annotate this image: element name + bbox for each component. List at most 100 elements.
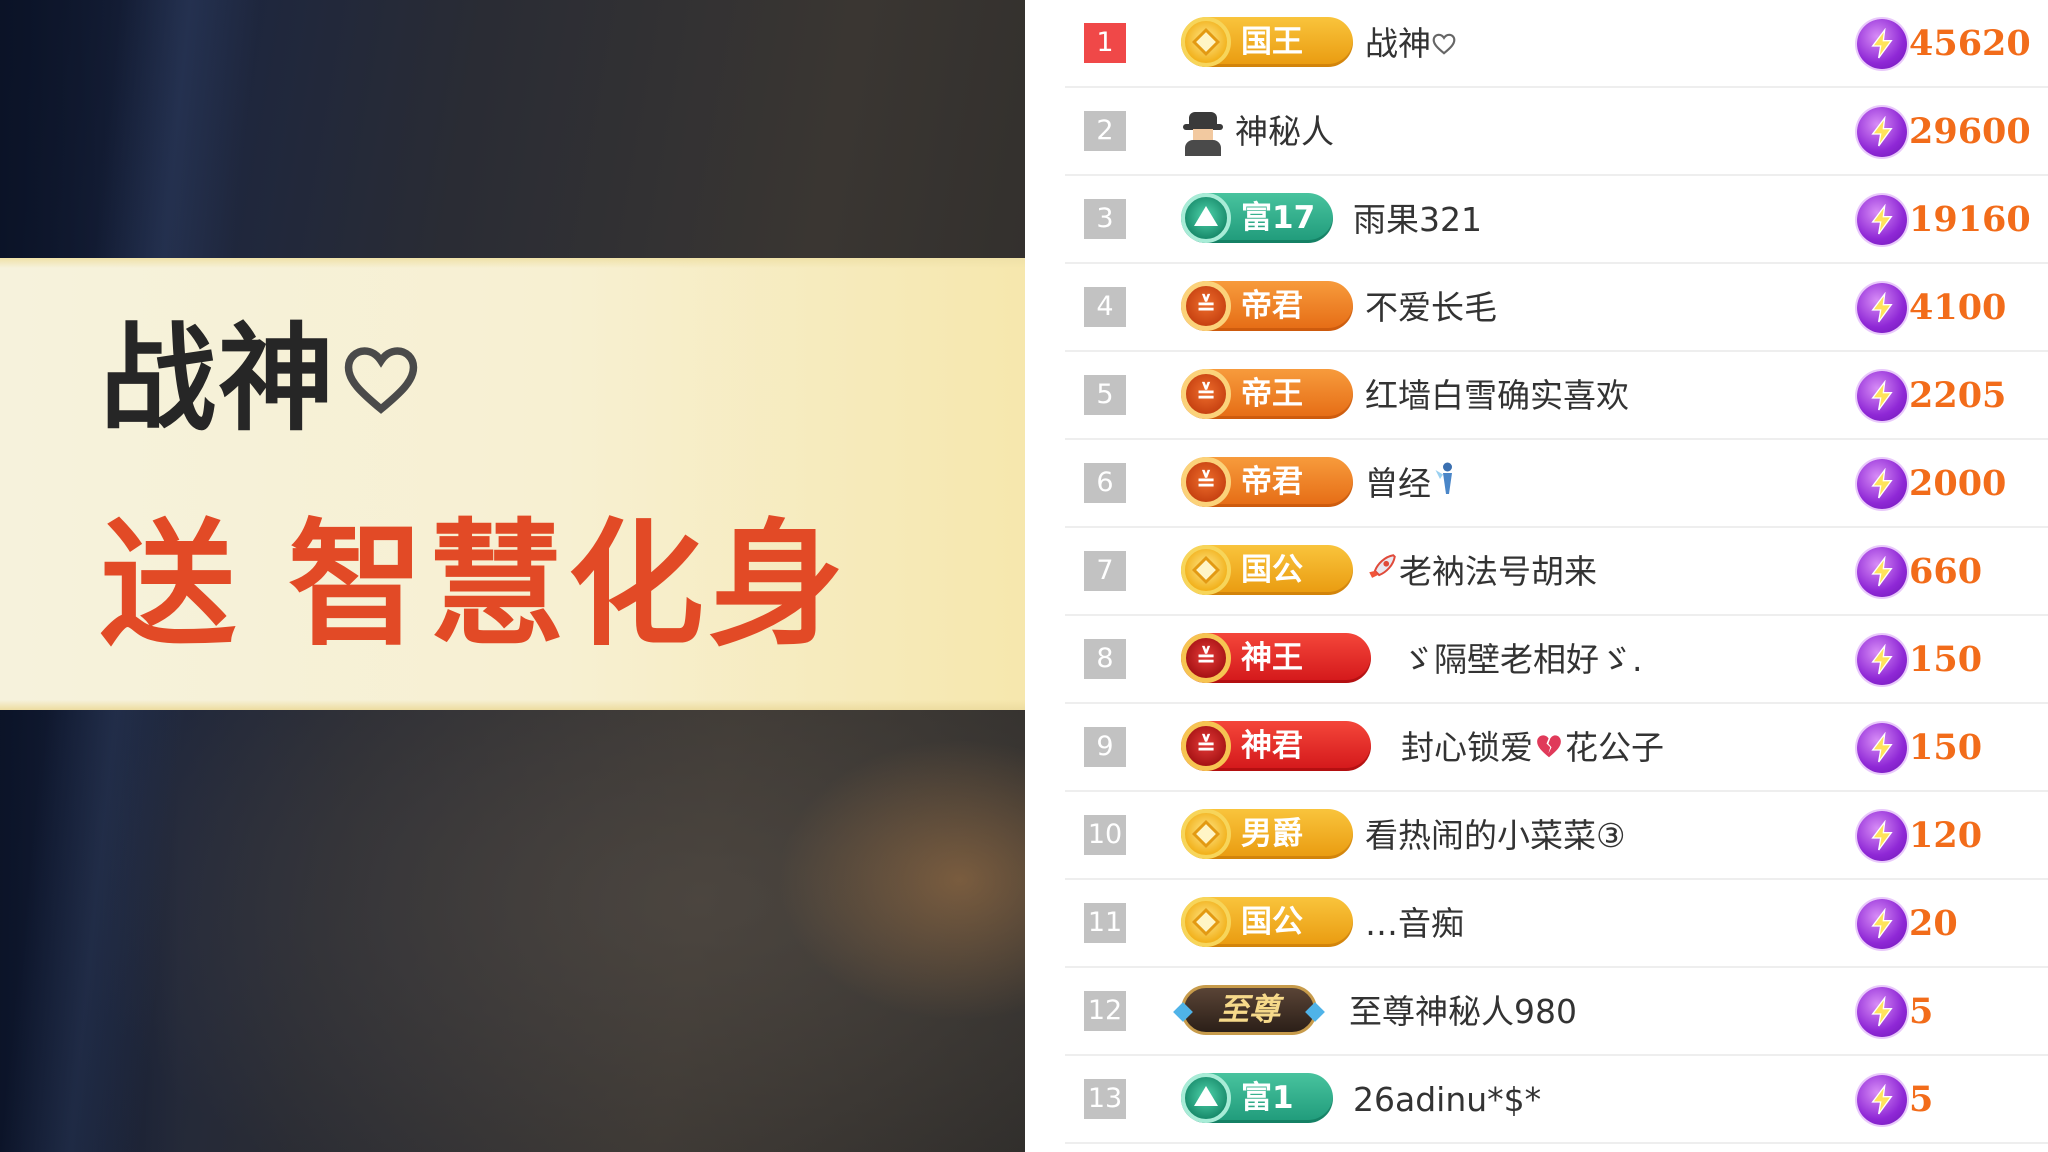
- leaderboard-row[interactable]: 7 国公 老衲法号胡来 660: [1065, 528, 2048, 616]
- score-value: 19160: [1909, 199, 2031, 240]
- username[interactable]: 红墙白雪确实喜欢: [1365, 368, 1629, 424]
- level-badge: 至尊: [1173, 985, 1325, 1035]
- chevron-medal-icon: ≚: [1181, 281, 1231, 331]
- lightning-bolt-icon: [1857, 107, 1907, 157]
- leaderboard-row[interactable]: 8 ≚ 神王 ゞ隔壁老相好ゞ. 150: [1065, 616, 2048, 704]
- level-badge: 富1: [1181, 1073, 1333, 1123]
- username[interactable]: 看热闹的小菜菜③: [1365, 808, 1626, 864]
- gift-action: 送: [100, 507, 240, 665]
- chevron-medal-icon: ≚: [1181, 633, 1231, 683]
- username-text: 红墙白雪确实喜欢: [1365, 376, 1629, 415]
- level-badge: 富17: [1181, 193, 1333, 243]
- score-value: 2205: [1909, 375, 2007, 416]
- contribution-score: 660: [1857, 546, 1982, 598]
- username-text: ゞ隔壁老相好ゞ.: [1401, 640, 1643, 679]
- lightning-bolt-icon: [1857, 899, 1907, 949]
- username-text: 不爱长毛: [1365, 288, 1497, 327]
- leaderboard-row[interactable]: 1 国王 战神 45620: [1065, 0, 2048, 88]
- leaderboard-row[interactable]: 5 ≚ 帝王 红墙白雪确实喜欢 2205: [1065, 352, 2048, 440]
- rank-number: 3: [1084, 199, 1126, 239]
- level-badge: ≚ 帝君: [1181, 457, 1353, 507]
- lightning-bolt-icon: [1857, 19, 1907, 69]
- leaderboard-row[interactable]: 4 ≚ 帝君 不爱长毛 4100: [1065, 264, 2048, 352]
- level-badge: 男爵: [1181, 809, 1353, 859]
- rank-number: 12: [1084, 991, 1126, 1031]
- leaderboard-row[interactable]: 9 ≚ 神君 封心锁爱 花公子 150: [1065, 704, 2048, 792]
- leaderboard-row[interactable]: 13 富1 26adinu*$* 5: [1065, 1056, 2048, 1144]
- username[interactable]: 26adinu*$*: [1353, 1072, 1541, 1128]
- level-badge: ≚ 神君: [1181, 721, 1371, 771]
- diamond-icon: [1173, 1002, 1193, 1022]
- lightning-bolt-icon: [1857, 283, 1907, 333]
- angel-figure-icon: [1431, 458, 1461, 514]
- score-value: 150: [1909, 639, 1983, 680]
- leaderboard-row[interactable]: 11 国公 …音痴 20: [1065, 880, 2048, 968]
- triangle-medal-icon: [1181, 193, 1231, 243]
- diamond-icon: [1305, 1002, 1325, 1022]
- username-text: 神秘人: [1235, 112, 1334, 151]
- rank-number: 8: [1084, 639, 1126, 679]
- rank-number: 5: [1084, 375, 1126, 415]
- leaderboard-row[interactable]: 10 男爵 看热闹的小菜菜③ 120: [1065, 792, 2048, 880]
- lightning-bolt-icon: [1857, 195, 1907, 245]
- gift-sender-name: 战神: [100, 312, 336, 447]
- rank-number: 1: [1084, 23, 1126, 63]
- badge-label: 帝王: [1241, 376, 1303, 412]
- leaderboard-row[interactable]: 3 富17 雨果321 19160: [1065, 176, 2048, 264]
- username[interactable]: 雨果321: [1353, 192, 1482, 248]
- username[interactable]: 神秘人: [1235, 104, 1334, 160]
- heart-outline-icon: [344, 347, 418, 414]
- lightning-bolt-icon: [1857, 371, 1907, 421]
- gift-name: 智慧化身: [288, 507, 848, 665]
- badge-label: 至尊: [1218, 992, 1280, 1028]
- contribution-leaderboard[interactable]: 1 国王 战神 45620 2 神秘人 29600 3 富17 雨果321 19160 4 ≚ 帝君 不爱长…: [1025, 0, 2048, 1152]
- gift-description: 送智慧化身: [100, 506, 848, 666]
- leaderboard-row[interactable]: 2 神秘人 29600: [1065, 88, 2048, 176]
- gift-sender: 战神: [100, 310, 422, 450]
- contribution-score: 2000: [1857, 458, 2006, 510]
- lightning-bolt-icon: [1857, 1075, 1907, 1125]
- score-value: 29600: [1909, 111, 2031, 152]
- contribution-score: 4100: [1857, 282, 2006, 334]
- username[interactable]: 至尊神秘人980: [1349, 984, 1577, 1040]
- leaderboard-row[interactable]: 6 ≚ 帝君 曾经 2000: [1065, 440, 2048, 528]
- username-text: …音痴: [1365, 904, 1464, 943]
- lightning-bolt-icon: [1857, 811, 1907, 861]
- rank-number: 2: [1084, 111, 1126, 151]
- username[interactable]: 曾经: [1365, 456, 1461, 514]
- rank-number: 6: [1084, 463, 1126, 503]
- gift-notification-banner: 战神 送智慧化身: [0, 258, 1025, 710]
- username[interactable]: 封心锁爱 花公子: [1401, 720, 1664, 778]
- username-text: 至尊神秘人980: [1349, 992, 1577, 1031]
- triangle-medal-icon: [1181, 1073, 1231, 1123]
- contribution-score: 150: [1857, 634, 1982, 686]
- username-suffix: 花公子: [1565, 728, 1664, 767]
- username-text: 老衲法号胡来: [1399, 552, 1597, 591]
- username[interactable]: 战神: [1365, 16, 1457, 74]
- live-stream-video: 战神 送智慧化身: [0, 0, 1025, 1152]
- chevron-medal-icon: ≚: [1181, 369, 1231, 419]
- username[interactable]: 不爱长毛: [1365, 280, 1497, 336]
- score-value: 660: [1909, 551, 1983, 592]
- leaderboard-row[interactable]: 12 至尊 至尊神秘人980 5: [1065, 968, 2048, 1056]
- contribution-score: 150: [1857, 722, 1982, 774]
- username-text: 战神: [1365, 24, 1431, 63]
- username-text: 封心锁爱: [1401, 728, 1533, 767]
- badge-label: 富17: [1241, 200, 1316, 236]
- badge-label: 男爵: [1241, 816, 1303, 852]
- broken-heart-icon: [1533, 722, 1565, 778]
- contribution-score: 5: [1857, 1074, 1933, 1126]
- lightning-bolt-icon: [1857, 723, 1907, 773]
- badge-label: 帝君: [1241, 464, 1303, 500]
- score-value: 120: [1909, 815, 1983, 856]
- gem-medal-icon: [1181, 17, 1231, 67]
- username[interactable]: 老衲法号胡来: [1365, 544, 1597, 602]
- badge-label: 神王: [1241, 640, 1303, 676]
- score-value: 4100: [1909, 287, 2007, 328]
- rank-number: 7: [1084, 551, 1126, 591]
- username[interactable]: ゞ隔壁老相好ゞ.: [1401, 632, 1643, 688]
- badge-label: 神君: [1241, 728, 1303, 764]
- username[interactable]: …音痴: [1365, 896, 1464, 952]
- score-value: 20: [1909, 903, 1958, 944]
- username-text: 曾经: [1365, 464, 1431, 503]
